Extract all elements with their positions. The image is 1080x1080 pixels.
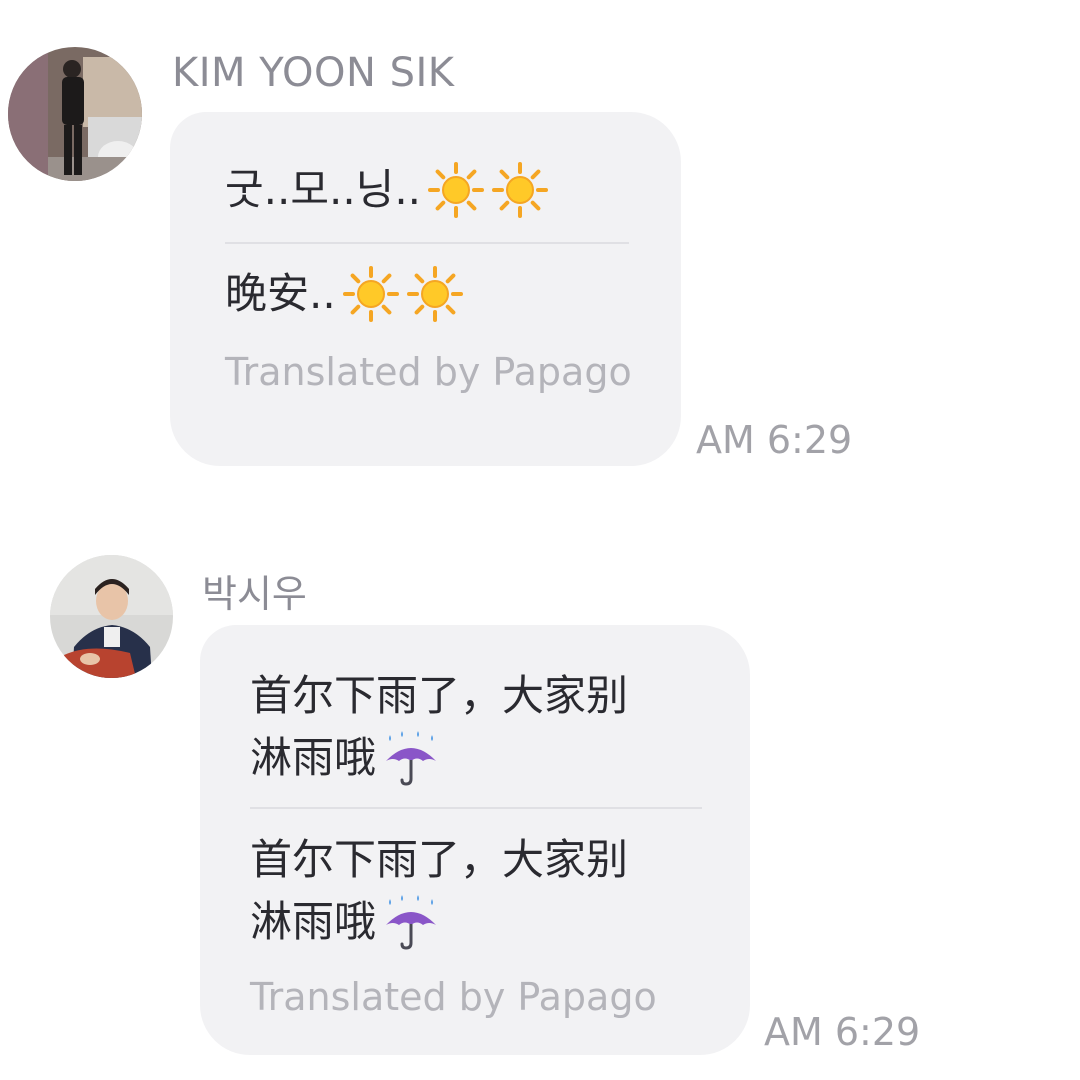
translated-by-papago: Translated by Papago <box>225 350 632 394</box>
translated-message-line: 首尔下雨了，大家别 <box>250 829 750 891</box>
message-bubble[interactable]: 굿..모..닝.. 晚安.. Translated by Papago <box>170 112 681 466</box>
translated-by-papago: Translated by Papago <box>250 975 657 1019</box>
original-message-text: 首尔下雨了，大家别 <box>250 671 629 720</box>
translation-divider <box>250 807 702 809</box>
sender-name: 박시우 <box>202 572 307 616</box>
translated-message: 晚安.. <box>225 264 681 324</box>
message-timestamp: AM 6:29 <box>764 1010 921 1054</box>
original-message: 首尔下雨了，大家别 淋雨哦 <box>250 665 750 789</box>
original-message: 굿..모..닝.. <box>225 160 681 220</box>
translated-message: 首尔下雨了，大家别 淋雨哦 <box>250 829 750 953</box>
sun-icon <box>491 161 549 219</box>
original-message-text: 淋雨哦 <box>250 733 377 782</box>
translated-message-text: 晚安.. <box>225 269 336 318</box>
sun-icon <box>427 161 485 219</box>
original-message-text: 굿..모..닝.. <box>225 165 422 214</box>
chat-screen: KIM YOON SIK 굿..모..닝.. 晚安.. Translated b… <box>0 0 1080 1080</box>
avatar-photo <box>8 47 142 181</box>
avatar-photo <box>50 555 173 678</box>
original-message-line: 首尔下雨了，大家别 <box>250 665 750 727</box>
translated-message-text: 首尔下雨了，大家别 <box>250 835 629 884</box>
translation-divider <box>225 242 629 244</box>
translated-message-text: 淋雨哦 <box>250 897 377 946</box>
sender-avatar-kim-yoon-sik[interactable] <box>8 47 142 181</box>
translated-message-line: 淋雨哦 <box>250 891 750 953</box>
sun-icon <box>342 265 400 323</box>
umbrella-with-rain-icon <box>382 893 440 951</box>
original-message-line: 淋雨哦 <box>250 727 750 789</box>
umbrella-with-rain-icon <box>382 729 440 787</box>
message-timestamp: AM 6:29 <box>696 418 853 462</box>
sender-name: KIM YOON SIK <box>172 50 455 96</box>
message-bubble[interactable]: 首尔下雨了，大家别 淋雨哦 首尔下雨了，大家别 淋雨哦 Translated b… <box>200 625 750 1055</box>
sun-icon <box>406 265 464 323</box>
sender-avatar-park-si-woo[interactable] <box>50 555 173 678</box>
